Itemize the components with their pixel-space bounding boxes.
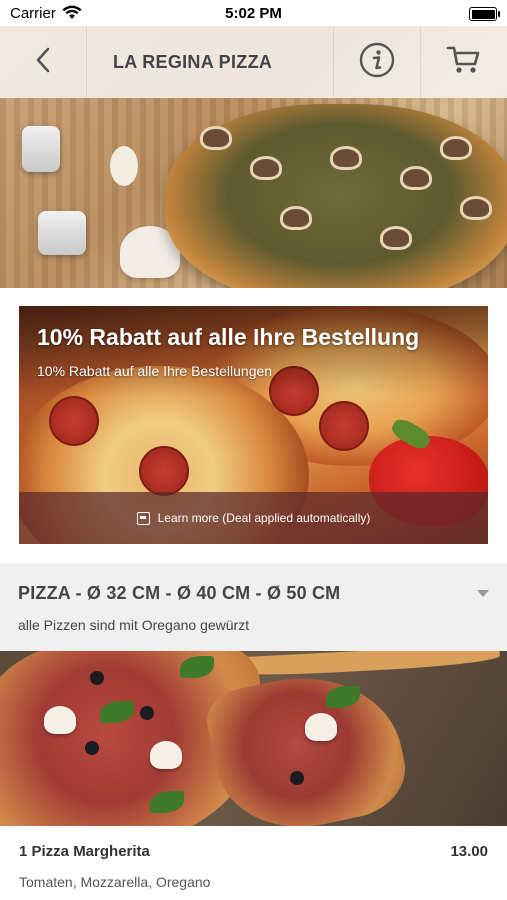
product-description: Tomaten, Mozzarella, Oregano	[19, 874, 211, 890]
category-header[interactable]: PIZZA - Ø 32 CM - Ø 40 CM - Ø 50 CM alle…	[0, 563, 507, 651]
tag-icon	[136, 511, 150, 525]
navigation-bar: LA REGINA PIZZA	[0, 26, 507, 98]
chevron-down-icon	[477, 590, 489, 597]
list-item[interactable]: 1 Pizza Margherita 13.00 Tomaten, Mozzar…	[0, 826, 507, 900]
cart-icon	[446, 44, 482, 81]
promo-card[interactable]: 10% Rabatt auf alle Ihre Bestellung 10% …	[19, 306, 488, 544]
back-button[interactable]	[0, 26, 87, 98]
title-cell: LA REGINA PIZZA	[87, 26, 334, 98]
cart-button[interactable]	[421, 26, 507, 98]
product-price: 13.00	[450, 843, 488, 860]
promo-headline: 10% Rabatt auf alle Ihre Bestellung	[37, 324, 420, 350]
page-title: LA REGINA PIZZA	[113, 51, 273, 72]
learn-more-label: Learn more (Deal applied automatically)	[157, 511, 371, 525]
category-title: PIZZA - Ø 32 CM - Ø 40 CM - Ø 50 CM	[18, 583, 341, 603]
category-description: alle Pizzen sind mit Oregano gewürzt	[18, 617, 250, 633]
chevron-left-icon	[35, 47, 51, 78]
category-image	[0, 651, 507, 826]
product-name: 1 Pizza Margherita	[19, 843, 150, 860]
info-icon	[359, 42, 395, 83]
promo-subtitle: 10% Rabatt auf alle Ihre Bestellungen	[37, 363, 273, 379]
learn-more-bar[interactable]: Learn more (Deal applied automatically)	[19, 492, 488, 544]
clock: 5:02 PM	[225, 5, 282, 22]
battery-icon	[469, 7, 500, 21]
status-bar: Carrier 5:02 PM	[0, 0, 507, 26]
info-button[interactable]	[334, 26, 421, 98]
